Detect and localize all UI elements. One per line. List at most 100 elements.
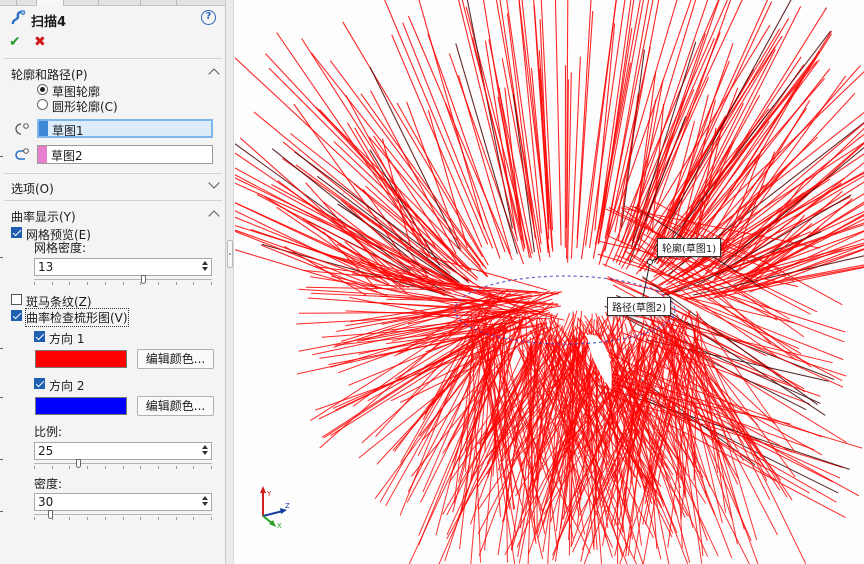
slider-tick: [34, 466, 35, 469]
slider-tick: [69, 282, 70, 285]
slider-thumb[interactable]: [48, 510, 53, 519]
density-slider[interactable]: [34, 510, 212, 520]
collapse-chevron-icon[interactable]: [208, 68, 220, 80]
radio-button[interactable]: [37, 84, 48, 95]
density-value: 30: [38, 495, 54, 509]
slider-tick: [87, 282, 88, 285]
mesh-density-label: 网格密度:: [34, 241, 87, 255]
slider-tick: [140, 517, 141, 520]
divider: [4, 173, 222, 174]
slider-tick: [69, 517, 70, 520]
slider-tick: [123, 466, 124, 469]
path-selection-value: 草图2: [51, 149, 83, 163]
direction2-edit-color-button[interactable]: 编辑颜色...: [137, 396, 214, 416]
slider-tick: [52, 466, 53, 469]
graphics-viewport[interactable]: 轮廓(草图1) 路径(草图2) Y Z X: [235, 0, 864, 564]
expand-chevron-icon[interactable]: [208, 177, 220, 189]
slider-tick: [176, 282, 177, 285]
feature-title: 扫描4: [31, 15, 67, 30]
slider-tick: [52, 282, 53, 285]
slider-tick: [87, 466, 88, 469]
sweep-feature-icon: [11, 10, 26, 25]
property-manager-panel: 扫描4 ? ✔ ✖ 轮廓和路径(P) 草图轮廓 圆形轮廓(C) 草图1 草图2 …: [0, 0, 226, 564]
slider-tick: [193, 282, 194, 285]
slider-tick: [158, 466, 159, 469]
curvature-section-title: 曲率显示(Y): [11, 210, 76, 224]
mesh-preview-checkbox[interactable]: [11, 227, 22, 238]
divider: [4, 200, 222, 201]
slider-tick: [123, 517, 124, 520]
direction2-label: 方向 2: [49, 379, 85, 393]
edge-mark: [0, 156, 3, 157]
zebra-checkbox[interactable]: [11, 294, 22, 305]
slider-thumb[interactable]: [76, 459, 81, 468]
curvature-section-header[interactable]: 曲率显示(Y): [0, 204, 225, 226]
spin-arrows-icon[interactable]: [199, 444, 210, 458]
spin-arrows-icon[interactable]: [199, 495, 210, 509]
slider-tick: [69, 466, 70, 469]
radio-circular-profile-label: 圆形轮廓(C): [52, 100, 118, 114]
curvature-comb-preview: [235, 0, 864, 564]
edge-mark: [0, 511, 3, 512]
mesh-density-slider[interactable]: [34, 275, 212, 285]
collapse-chevron-icon[interactable]: [208, 210, 220, 222]
profile-selection-box[interactable]: 草图1: [37, 119, 213, 138]
slider-tick: [211, 466, 212, 469]
slider-tick: [105, 282, 106, 285]
spin-arrows-icon[interactable]: [199, 260, 210, 274]
slider-tick: [193, 466, 194, 469]
scale-value: 25: [38, 444, 54, 458]
panel-tab-strip[interactable]: [0, 0, 225, 6]
direction1-label: 方向 1: [49, 332, 85, 346]
scale-label: 比例:: [34, 425, 63, 439]
mesh-density-value: 13: [38, 260, 54, 274]
divider: [4, 58, 222, 59]
radio-button[interactable]: [37, 99, 48, 110]
slider-tick: [123, 282, 124, 285]
options-section-header[interactable]: 选项(O): [0, 176, 225, 198]
density-label: 密度:: [34, 477, 63, 491]
direction1-edit-color-button[interactable]: 编辑颜色...: [137, 349, 214, 369]
axis-y-label: Y: [266, 490, 272, 498]
slider-tick: [105, 517, 106, 520]
slider-thumb[interactable]: [141, 275, 146, 284]
direction1-checkbox[interactable]: [34, 331, 45, 342]
path-icon: [15, 148, 29, 160]
comb-label: 曲率检查梳形图(V): [25, 308, 129, 327]
scale-slider[interactable]: [34, 459, 212, 469]
direction2-checkbox[interactable]: [34, 378, 45, 389]
slider-tick: [87, 517, 88, 520]
feature-title-bar: 扫描4 ?: [8, 9, 220, 30]
profile-path-section-header[interactable]: 轮廓和路径(P): [0, 62, 225, 84]
slider-tick: [176, 517, 177, 520]
path-color-swatch: [38, 146, 47, 163]
slider-tick: [193, 517, 194, 520]
options-section-title: 选项(O): [11, 182, 54, 196]
edge-mark: [0, 459, 3, 460]
comb-lines: [235, 0, 864, 564]
profile-path-section-title: 轮廓和路径(P): [11, 68, 88, 82]
comb-checkbox[interactable]: [11, 310, 22, 321]
edge-mark: [0, 257, 3, 258]
profile-callout[interactable]: 轮廓(草图1): [657, 238, 722, 257]
cancel-button[interactable]: ✖: [34, 34, 46, 50]
path-callout[interactable]: 路径(草图2): [607, 297, 672, 316]
slider-tick: [211, 282, 212, 285]
panel-splitter[interactable]: [226, 0, 234, 564]
callout-anchor: [647, 259, 653, 265]
path-selection-box[interactable]: 草图2: [37, 145, 213, 164]
axis-x-label: X: [277, 522, 282, 530]
mesh-density-input[interactable]: 13: [34, 258, 212, 276]
axis-triad-icon: Y Z X: [260, 486, 290, 530]
splitter-grip-icon[interactable]: [227, 240, 233, 268]
help-icon[interactable]: ?: [201, 10, 216, 25]
ok-button[interactable]: ✔: [9, 34, 21, 50]
slider-tick: [211, 517, 212, 520]
slider-tick: [34, 282, 35, 285]
profile-selection-value: 草图1: [52, 124, 84, 138]
axis-z-label: Z: [285, 502, 290, 510]
scale-input[interactable]: 25: [34, 442, 212, 460]
path-selection-row: 草图2: [8, 145, 214, 165]
density-input[interactable]: 30: [34, 493, 212, 511]
slider-tick: [176, 466, 177, 469]
